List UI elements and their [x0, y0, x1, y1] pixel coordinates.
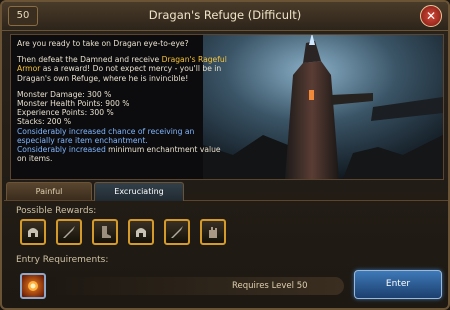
tab-painful[interactable]: Painful: [6, 182, 92, 200]
dungeon-window: 50 Dragan's Refuge (Difficult) ✕ Are you…: [0, 0, 450, 310]
requirement-text: Requires Level 50: [232, 281, 308, 291]
title-bar[interactable]: 50 Dragan's Refuge (Difficult) ✕: [2, 2, 448, 31]
rewards-label: Possible Rewards:: [16, 206, 97, 216]
stat-line: Monster Damage: 300 %: [17, 89, 112, 99]
reward-helmet[interactable]: [20, 219, 46, 245]
stat-line: Stacks: 200 %: [17, 117, 72, 127]
reward-helmet-2[interactable]: [128, 219, 154, 245]
reward-weapon[interactable]: [56, 219, 82, 245]
weapon-icon: [171, 226, 183, 238]
intro-text: Are you ready to take on Dragan eye-to-e…: [17, 39, 189, 48]
reward-gloves[interactable]: [200, 219, 226, 245]
window-title: Dragan's Refuge (Difficult): [148, 8, 302, 22]
dungeon-artwork: [203, 35, 443, 179]
description-panel: Are you ready to take on Dragan eye-to-e…: [10, 34, 444, 180]
stat-line: Experience Points: 300 %: [17, 108, 114, 118]
difficulty-tabs: Painful Excruciating: [4, 182, 448, 201]
fire-orb-icon: [20, 273, 46, 299]
requirements-label: Entry Requirements:: [16, 255, 109, 265]
close-icon[interactable]: ✕: [420, 5, 442, 27]
tab-excruciating[interactable]: Excruciating: [94, 182, 184, 201]
stat-line: Monster Health Points: 900 %: [17, 99, 130, 109]
boots-icon: [102, 226, 111, 238]
description-text: Are you ready to take on Dragan eye-to-e…: [17, 39, 227, 163]
weapon-icon: [63, 226, 75, 238]
bonus-text: Considerably increased chance of receivi…: [17, 126, 195, 145]
challenge-text: Then defeat the Damned and receive Draga…: [17, 55, 227, 83]
reward-boots[interactable]: [92, 219, 118, 245]
reward-weapon-2[interactable]: [164, 219, 190, 245]
bonus-text-2: Considerably increased minimum enchantme…: [17, 145, 221, 164]
gloves-icon: [209, 227, 217, 238]
helmet-icon: [28, 228, 38, 237]
enter-button[interactable]: Enter: [354, 270, 442, 299]
helmet-icon: [136, 228, 146, 237]
